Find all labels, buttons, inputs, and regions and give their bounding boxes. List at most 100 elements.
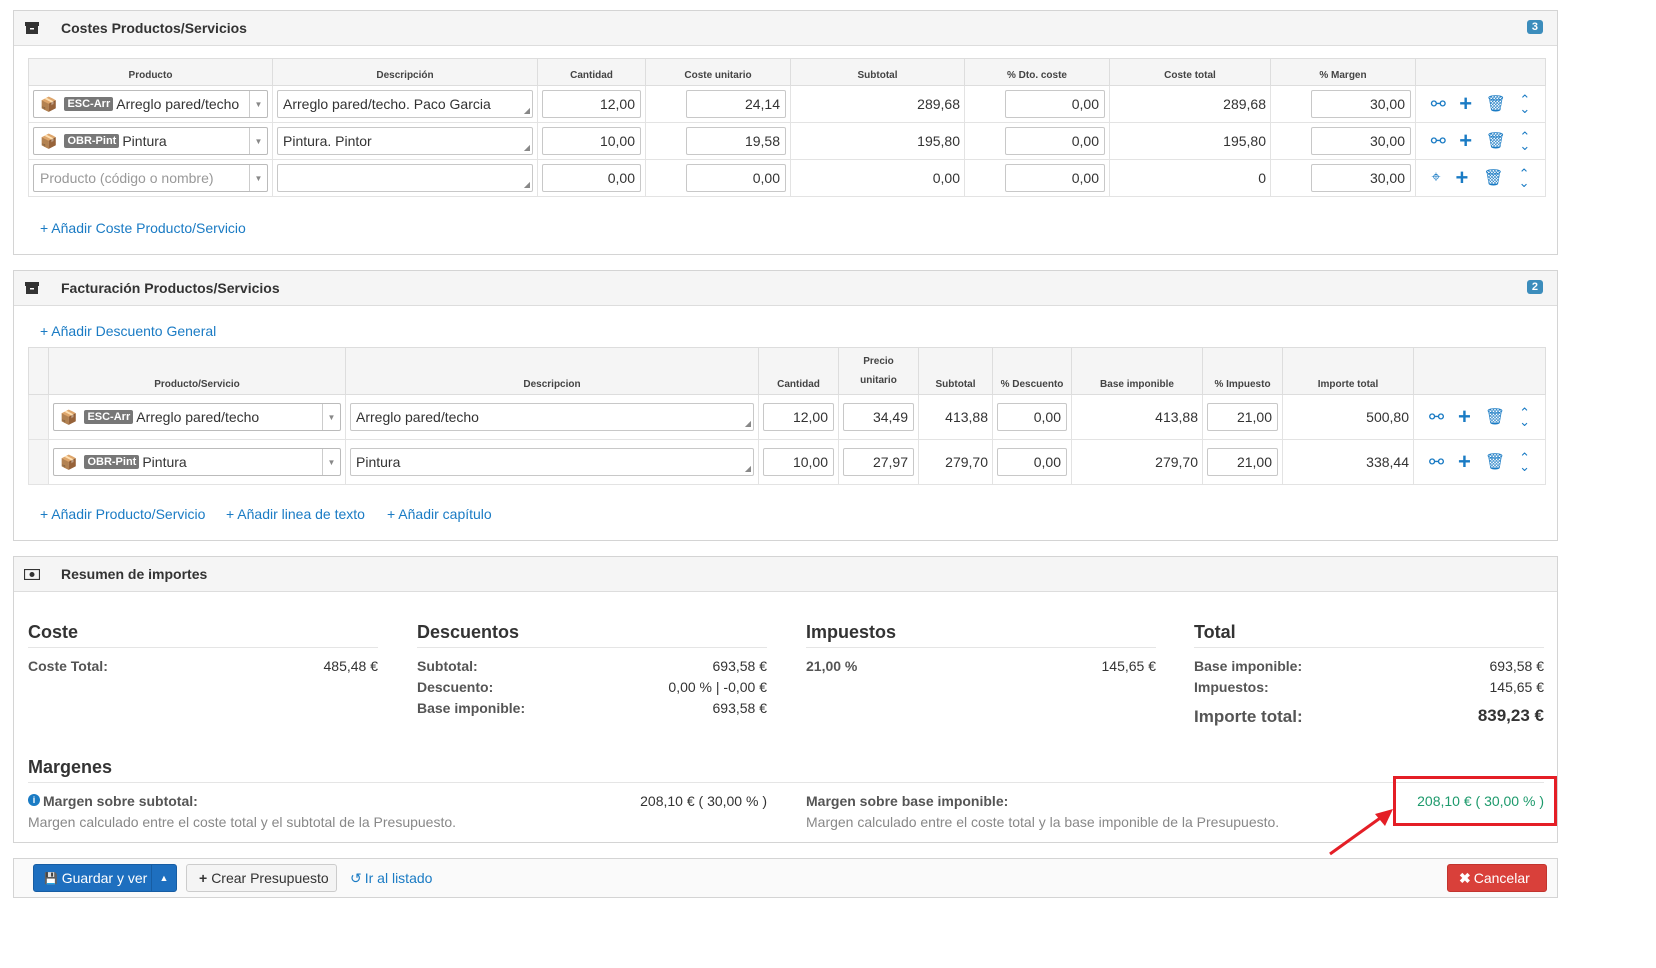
crosshair-icon[interactable]: ⌖ bbox=[1431, 169, 1440, 187]
col-header-cantidad: Cantidad bbox=[758, 347, 839, 395]
description-textarea[interactable]: Arreglo pared/techo ◢ bbox=[350, 403, 754, 431]
precio-input[interactable]: 34,49 bbox=[843, 403, 914, 431]
descuentos-divider bbox=[417, 647, 767, 648]
add-producto-link[interactable]: + Añadir Producto/Servicio bbox=[40, 506, 205, 522]
description-textarea[interactable]: Pintura ◢ bbox=[350, 448, 754, 476]
box-icon: 📦 bbox=[60, 453, 78, 470]
coste-unitario-input[interactable]: 0,00 bbox=[686, 164, 786, 192]
margen-input[interactable]: 30,00 bbox=[1311, 90, 1411, 118]
col-header-actions bbox=[1415, 58, 1546, 86]
chevron-down-icon[interactable]: ▼ bbox=[322, 449, 340, 475]
add-linea-texto-link[interactable]: + Añadir linea de texto bbox=[226, 506, 365, 522]
resize-grip-icon[interactable]: ◢ bbox=[524, 181, 530, 189]
cantidad-input[interactable]: 12,00 bbox=[542, 90, 641, 118]
col-header-actions bbox=[1413, 347, 1546, 395]
col-header-producto: Producto/Servicio bbox=[48, 347, 346, 395]
coste-total-cell: 289,68 bbox=[1109, 85, 1271, 123]
chevron-down-icon[interactable]: ▼ bbox=[249, 128, 267, 154]
plus-icon[interactable]: + bbox=[1458, 449, 1471, 475]
plus-icon[interactable]: + bbox=[1459, 128, 1472, 154]
sort-icon[interactable]: ⌃ ⌄ bbox=[1519, 93, 1530, 115]
description-textarea[interactable]: Pintura. Pintor ◢ bbox=[277, 127, 533, 155]
drag-handle-cell[interactable] bbox=[28, 394, 49, 440]
plus-icon[interactable]: + bbox=[1459, 91, 1472, 117]
product-select[interactable]: 📦 ESC-Arr Arreglo pared/techo ▼ bbox=[33, 90, 268, 118]
link-icon[interactable]: ⚯ bbox=[1429, 452, 1444, 473]
resize-grip-icon[interactable]: ◢ bbox=[745, 420, 751, 428]
resize-grip-icon[interactable]: ◢ bbox=[524, 107, 530, 115]
chevron-down-icon[interactable]: ▼ bbox=[249, 165, 267, 191]
trash-icon[interactable]: 🗑 bbox=[1485, 407, 1505, 427]
dto-input[interactable]: 0,00 bbox=[1005, 164, 1105, 192]
product-select[interactable]: 📦 OBR-Pint Pintura ▼ bbox=[53, 448, 341, 476]
resize-grip-icon[interactable]: ◢ bbox=[745, 465, 751, 473]
cancelar-label: Cancelar bbox=[1473, 870, 1530, 886]
col-header-importe-total: Importe total bbox=[1282, 347, 1414, 395]
sort-icon[interactable]: ⌃ ⌄ bbox=[1519, 167, 1530, 189]
base-imponible-cell: 279,70 bbox=[1071, 439, 1203, 485]
col-header-subtotal: Subtotal bbox=[918, 347, 993, 395]
link-icon[interactable]: ⚯ bbox=[1431, 94, 1446, 115]
facturacion-table: Producto/Servicio Descripcion Cantidad P… bbox=[28, 347, 1546, 485]
plus-icon[interactable]: + bbox=[1455, 165, 1468, 191]
info-icon[interactable]: i bbox=[28, 794, 40, 806]
sort-icon[interactable]: ⌃ ⌄ bbox=[1519, 451, 1530, 473]
sort-icon[interactable]: ⌃ ⌄ bbox=[1519, 406, 1530, 428]
product-select[interactable]: Producto (código o nombre) ▼ bbox=[33, 164, 268, 192]
margen-input[interactable]: 30,00 bbox=[1311, 127, 1411, 155]
dto-input[interactable]: 0,00 bbox=[1005, 90, 1105, 118]
chevron-down-icon[interactable]: ▼ bbox=[249, 91, 267, 117]
dto-input[interactable]: 0,00 bbox=[1005, 127, 1105, 155]
col-header-precio-unitario: Precio unitario bbox=[838, 347, 919, 395]
cantidad-input[interactable]: 10,00 bbox=[763, 448, 834, 476]
box-icon: 📦 bbox=[40, 95, 58, 112]
trash-icon[interactable]: 🗑 bbox=[1483, 168, 1503, 188]
descuento-input[interactable]: 0,00 bbox=[997, 448, 1067, 476]
chevron-down-icon[interactable]: ▼ bbox=[322, 404, 340, 430]
link-icon[interactable]: ⚯ bbox=[1431, 131, 1446, 152]
subtotal-cell: 195,80 bbox=[790, 122, 965, 160]
cancelar-button[interactable]: ✖ Cancelar bbox=[1447, 864, 1547, 892]
trash-icon[interactable]: 🗑 bbox=[1486, 131, 1506, 151]
description-textarea[interactable]: Arreglo pared/techo. Paco Garcia ◢ bbox=[277, 90, 533, 118]
add-coste-link[interactable]: + Añadir Coste Producto/Servicio bbox=[40, 220, 246, 236]
costes-panel: Costes Productos/Servicios 3 Producto De… bbox=[13, 10, 1558, 255]
add-descuento-general-link[interactable]: + Añadir Descuento General bbox=[40, 323, 216, 339]
plus-icon[interactable]: + bbox=[1458, 404, 1471, 430]
description-value: Arreglo pared/techo bbox=[356, 409, 479, 425]
crear-presupuesto-button[interactable]: + Crear Presupuesto bbox=[186, 864, 337, 892]
sort-icon[interactable]: ⌃ ⌄ bbox=[1519, 130, 1530, 152]
description-textarea[interactable]: ◢ bbox=[277, 164, 533, 192]
link-icon[interactable]: ⚯ bbox=[1429, 407, 1444, 428]
col-header-cantidad: Cantidad bbox=[537, 58, 646, 86]
coste-unitario-input[interactable]: 19,58 bbox=[686, 127, 786, 155]
precio-input[interactable]: 27,97 bbox=[843, 448, 914, 476]
product-select[interactable]: 📦 ESC-Arr Arreglo pared/techo ▼ bbox=[53, 403, 341, 431]
save-view-button[interactable]: 💾 Guardar y ver bbox=[34, 865, 152, 891]
impuesto-input[interactable]: 21,00 bbox=[1207, 448, 1278, 476]
impuesto-input[interactable]: 21,00 bbox=[1207, 403, 1278, 431]
close-icon: ✖ bbox=[1459, 869, 1471, 886]
drag-handle-cell[interactable] bbox=[28, 439, 49, 485]
costes-panel-title: Costes Productos/Servicios bbox=[61, 20, 247, 36]
facturacion-count-badge: 2 bbox=[1526, 280, 1543, 294]
margenes-divider bbox=[28, 782, 1544, 783]
facturacion-panel: Facturación Productos/Servicios 2 + Añad… bbox=[13, 270, 1558, 541]
cantidad-input[interactable]: 10,00 bbox=[542, 127, 641, 155]
descuento-input[interactable]: 0,00 bbox=[997, 403, 1067, 431]
margen-input[interactable]: 30,00 bbox=[1311, 164, 1411, 192]
coste-unitario-input[interactable]: 24,14 bbox=[686, 90, 786, 118]
trash-icon[interactable]: 🗑 bbox=[1485, 452, 1505, 472]
caret-down-icon[interactable]: ▲ bbox=[152, 873, 176, 883]
subtotal-cell: 279,70 bbox=[918, 439, 993, 485]
resize-grip-icon[interactable]: ◢ bbox=[524, 144, 530, 152]
cantidad-input[interactable]: 12,00 bbox=[763, 403, 834, 431]
col-header-subtotal: Subtotal bbox=[790, 58, 965, 86]
cantidad-input[interactable]: 0,00 bbox=[542, 164, 641, 192]
ir-listado-link[interactable]: ↺ Ir al listado bbox=[350, 864, 432, 892]
add-capitulo-link[interactable]: + Añadir capítulo bbox=[387, 506, 492, 522]
trash-icon[interactable]: 🗑 bbox=[1486, 94, 1506, 114]
product-name: Arreglo pared/techo bbox=[136, 409, 260, 425]
product-select[interactable]: 📦 OBR-Pint Pintura ▼ bbox=[33, 127, 268, 155]
facturacion-panel-title: Facturación Productos/Servicios bbox=[61, 280, 280, 296]
